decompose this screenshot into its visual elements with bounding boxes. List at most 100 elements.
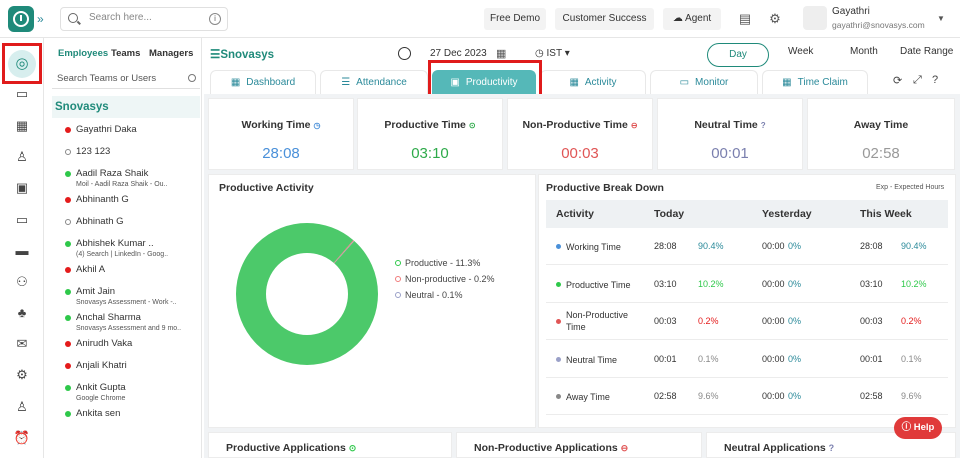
agent-button[interactable]: ☁ Agent (663, 8, 721, 30)
status-dot (65, 315, 71, 321)
dashboard-icon: ▦ (230, 77, 241, 88)
calendar-icon[interactable]: ▭ (13, 85, 31, 103)
neutral-applications-label: Neutral Applications (724, 442, 826, 454)
employee-name: Anchal Sharma (76, 312, 141, 323)
customer-success-button[interactable]: Customer Success (555, 8, 654, 30)
menu-icon[interactable]: ☰ (210, 49, 220, 61)
row-week-pct: 10.2% (901, 278, 927, 289)
expand-sidebar-icon[interactable]: » (37, 12, 44, 26)
tab-teams[interactable]: Teams (111, 48, 140, 59)
period-date-range[interactable]: Date Range (900, 46, 953, 57)
briefcase-icon[interactable]: ▣ (13, 179, 31, 197)
tab-time-claim[interactable]: ▦ Time Claim (762, 70, 868, 94)
tab-managers[interactable]: Managers (149, 48, 193, 59)
tab-employees[interactable]: Employees (58, 48, 108, 59)
period-week[interactable]: Week (788, 46, 813, 57)
status-dot (65, 267, 71, 273)
panel-tabs: Employees Teams Managers (44, 48, 202, 66)
tab-attendance-label: Attendance (356, 77, 407, 88)
clock-icon[interactable] (398, 47, 411, 60)
employee-item[interactable]: Abhinath G (52, 212, 200, 234)
help-button[interactable]: ⓘ Help (894, 417, 942, 439)
free-demo-button[interactable]: Free Demo (484, 8, 546, 30)
team-icon[interactable]: ♣ (13, 304, 31, 322)
employee-item[interactable]: Abhishek Kumar .. (4) Search | LinkedIn -… (52, 234, 200, 260)
search-icon (188, 74, 196, 82)
row-yesterday-pct: 0% (788, 278, 802, 289)
main-org-label: Snovasys (220, 49, 275, 61)
timezone-select[interactable]: ◷ IST ▾ (535, 48, 570, 59)
avatar[interactable] (803, 6, 827, 30)
row-week-pct: 0.1% (901, 353, 922, 364)
schedule-icon[interactable]: ▦ (13, 117, 31, 135)
breakdown-title: Productive Break Down (546, 182, 664, 194)
tab-monitor[interactable]: ▭ Monitor (650, 70, 758, 94)
fullscreen-icon[interactable]: ⤢ (913, 74, 922, 87)
employee-item[interactable]: Anjali Khatri (52, 356, 200, 378)
calendar-icon[interactable]: ▦ (496, 47, 506, 60)
status-dot (65, 149, 71, 155)
slice-away[interactable] (236, 223, 378, 365)
chevron-down-icon: ▾ (564, 48, 570, 59)
alarm-icon[interactable]: ⏰ (13, 429, 31, 447)
productive-time-value: 03:10 (411, 145, 449, 162)
employee-item[interactable]: Abhinanth G (52, 190, 200, 212)
user-icon[interactable]: ♙ (13, 148, 31, 166)
tab-activity[interactable]: ▦ Activity (540, 70, 646, 94)
card-icon[interactable]: ▬ (13, 242, 31, 260)
row-activity: Away Time (566, 392, 610, 402)
employee-item[interactable]: Ankit Gupta Google Chrome (52, 378, 200, 404)
row-today-pct: 9.6% (698, 391, 719, 401)
top-bar: » i Free Demo Customer Success ☁ Agent ▤… (0, 0, 960, 38)
chevron-down-icon[interactable]: ▼ (937, 14, 945, 23)
employee-item[interactable]: Akhil A (52, 260, 200, 282)
employee-item[interactable]: 123 123 (52, 142, 200, 164)
monitor-icon: ▭ (679, 77, 690, 88)
employee-item[interactable]: Gayathri Daka (52, 120, 200, 142)
app-logo[interactable] (8, 6, 34, 32)
monitor-icon[interactable]: ▭ (13, 211, 31, 229)
profile-icon[interactable]: ♙ (13, 398, 31, 416)
gear-icon[interactable]: ⚙ (767, 11, 783, 27)
employee-name: Amit Jain (76, 286, 116, 297)
status-dot (556, 281, 561, 287)
employee-item[interactable]: Anchal Sharma Snovasys Assessment and 9 m… (52, 308, 200, 334)
legend-marker (395, 260, 401, 266)
refresh-icon[interactable]: ⟳ (893, 74, 902, 87)
employee-item[interactable]: Anirudh Vaka (52, 334, 200, 356)
employee-item[interactable]: Amit Jain Snovasys Assessment - Work -.. (52, 282, 200, 308)
employee-name: Akhil A (76, 264, 106, 275)
status-dot (65, 127, 71, 133)
tab-time-claim-label: Time Claim (797, 77, 848, 88)
tab-dashboard[interactable]: ▦ Dashboard (210, 70, 316, 94)
row-week-pct: 0.2% (901, 316, 922, 326)
non-productive-time-label-text: Non-Productive Time (522, 119, 628, 131)
users-icon[interactable]: ⚇ (13, 273, 31, 291)
info-icon[interactable]: i (209, 13, 221, 25)
status-dot (65, 411, 71, 417)
period-day[interactable]: Day (707, 43, 769, 67)
tab-attendance[interactable]: ☰ Attendance (320, 70, 428, 94)
help-circle-icon[interactable]: ? (932, 74, 938, 86)
employee-item[interactable]: Aadil Raza Shaik Moil - Aadil Raza Shaik … (52, 164, 200, 190)
neutral-time-value: 00:01 (711, 145, 749, 162)
org-name[interactable]: Snovasys (52, 96, 200, 118)
help-icon: ⓘ (901, 422, 914, 433)
period-month[interactable]: Month (850, 46, 878, 57)
non-productive-applications-label: Non-Productive Applications (474, 442, 618, 454)
mail-icon[interactable]: ✉ (13, 335, 31, 353)
productive-applications-card: Productive Applications ⊙ (208, 432, 452, 458)
employee-search-input[interactable] (57, 73, 177, 84)
employee-item[interactable]: Ankita sen (52, 404, 200, 426)
settings-icon[interactable]: ⚙ (13, 366, 31, 384)
list-check-icon: ☰ (341, 77, 351, 88)
away-time-card: Away Time 02:58 (807, 98, 955, 170)
employee-activity: Google Chrome (76, 395, 126, 402)
global-search-input[interactable] (89, 12, 199, 23)
document-icon[interactable]: ▤ (737, 11, 753, 27)
employee-name: Ankita sen (76, 408, 121, 419)
legend-neutral-label: Neutral - 0.1% (405, 290, 463, 300)
row-yesterday-pct: 0% (788, 391, 802, 401)
status-dot (65, 219, 71, 225)
table-row: Working Time 28:08 90.4% 00:00 0% 28:08 90.4% (546, 228, 948, 265)
